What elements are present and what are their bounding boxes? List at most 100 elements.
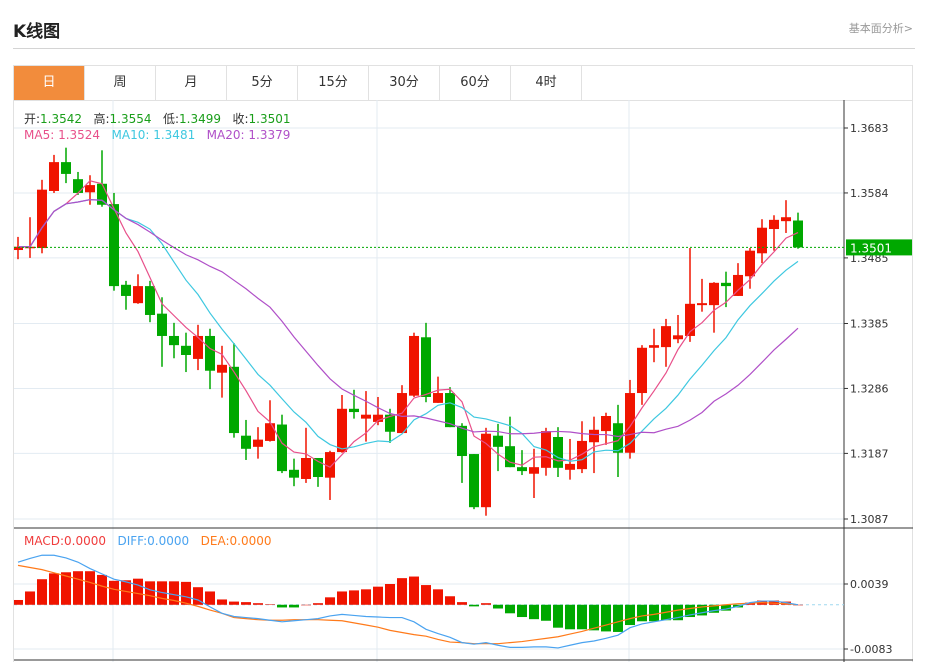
ma20-line [18, 198, 799, 438]
price-tick-label: 1.3683 [850, 122, 889, 135]
ma20-label: MA20: [206, 128, 249, 142]
page-title: K线图 [13, 22, 61, 42]
macd-bar [385, 584, 395, 605]
macd-bar [97, 574, 107, 605]
fundamental-analysis-link[interactable]: 基本面分析> [849, 20, 913, 36]
high-label: 高: [93, 112, 110, 126]
macd-bar [217, 599, 227, 605]
tab-4hour[interactable]: 4时 [511, 66, 582, 100]
candle-body [469, 454, 479, 508]
candle-body [649, 345, 659, 348]
macd-bar [37, 579, 47, 605]
ma10-line [18, 198, 799, 462]
candle-body [421, 337, 431, 397]
macd-bar [73, 571, 83, 605]
tab-5min[interactable]: 5分 [227, 66, 298, 100]
ma-readout: MA5: 1.3524 MA10: 1.3481 MA20: 1.3379 [24, 128, 290, 142]
macd-bar [493, 604, 503, 609]
macd-bar [481, 603, 491, 605]
candle-body [85, 185, 95, 193]
macd-bar [445, 596, 455, 605]
candle-body [337, 408, 347, 453]
price-tick-label: 1.3286 [850, 382, 889, 395]
candle-body [745, 250, 755, 277]
macd-bar [337, 591, 347, 605]
macd-bar [85, 571, 95, 605]
candle-body [757, 227, 767, 254]
macd-bar [517, 604, 527, 618]
candle-body [661, 326, 671, 348]
macd-bar [265, 604, 275, 605]
candle-body [253, 439, 263, 447]
candle-body [769, 219, 779, 230]
macd-bar [589, 604, 599, 631]
candle-body [433, 393, 443, 403]
kline-chart[interactable]: 1.3683 1.3584 1.3485 1.3385 1.3286 1.3187 1.30… [13, 100, 913, 662]
tab-week[interactable]: 周 [85, 66, 156, 100]
candle-body [721, 282, 731, 287]
macd-bar [373, 586, 383, 605]
candle-body [241, 435, 251, 449]
candle-body [97, 183, 107, 205]
macd-bar [289, 604, 299, 608]
macd-bar [229, 601, 239, 605]
tab-15min[interactable]: 15分 [298, 66, 369, 100]
macd-bar [349, 590, 359, 605]
candle-body [193, 335, 203, 359]
macd-bar [397, 578, 407, 605]
candle-body [409, 335, 419, 396]
close-label: 收: [232, 112, 249, 126]
current-price-label: 1.3501 [850, 241, 892, 255]
candle-body [577, 440, 587, 470]
tab-60min[interactable]: 60分 [440, 66, 511, 100]
diff-value: 0.0000 [147, 534, 190, 548]
candle-body [637, 347, 647, 394]
price-tick-label: 1.3584 [850, 187, 889, 200]
price-tick-label: 1.3187 [850, 447, 889, 460]
candle-body [493, 435, 503, 447]
candle-body [37, 189, 47, 249]
diff-label: DIFF: [117, 534, 148, 548]
candle-body [565, 463, 575, 470]
tab-month[interactable]: 月 [156, 66, 227, 100]
high-value: 1.3554 [109, 112, 152, 126]
low-value: 1.3499 [179, 112, 222, 126]
candle-body [73, 179, 83, 193]
tab-day[interactable]: 日 [14, 66, 85, 100]
candle-body [781, 217, 791, 222]
ma20-value: 1.3379 [248, 128, 291, 142]
candle-body [733, 274, 743, 296]
candle-body [529, 467, 539, 474]
macd-bar [14, 599, 23, 605]
chart-canvas[interactable]: 1.36831.35841.34851.33851.32861.31871.30… [14, 100, 914, 662]
candle-body [589, 429, 599, 443]
macd-tick-label: 0.0039 [850, 578, 889, 591]
candle-body [157, 313, 167, 336]
macd-bar [529, 604, 539, 620]
macd-bar [409, 576, 419, 605]
macd-bar [433, 589, 443, 605]
macd-bar [181, 581, 191, 605]
period-tabs: 日 周 月 5分 15分 30分 60分 4时 [13, 65, 913, 101]
macd-bar [241, 602, 251, 605]
divider [13, 48, 915, 49]
macd-bar [325, 597, 335, 605]
macd-bar [145, 581, 155, 605]
candle-body [277, 424, 287, 472]
ma5-value: 1.3524 [58, 128, 101, 142]
candle-body [289, 469, 299, 478]
candle-body [553, 436, 563, 468]
candle-body [361, 414, 371, 419]
macd-bar [277, 604, 287, 608]
tab-30min[interactable]: 30分 [369, 66, 440, 100]
candle-body [121, 284, 131, 296]
candle-body [505, 446, 515, 468]
candle-body [265, 423, 275, 441]
open-label: 开: [24, 112, 41, 126]
macd-bar [49, 573, 59, 605]
macd-bar [649, 604, 659, 622]
candle-body [133, 286, 143, 304]
candle-body [145, 286, 155, 315]
macd-bar [613, 604, 623, 632]
candle-body [445, 393, 455, 428]
